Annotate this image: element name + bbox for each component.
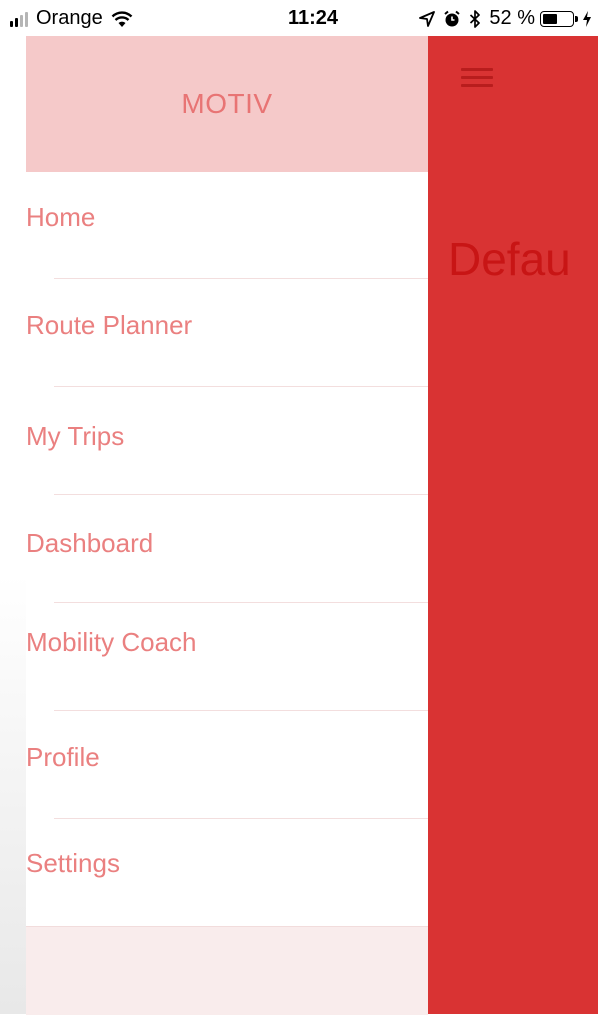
location-icon — [419, 10, 436, 27]
menu-item-dashboard[interactable]: Dashboard — [26, 528, 428, 559]
menu-item-settings[interactable]: Settings — [26, 848, 428, 879]
app-title: MOTIV — [181, 88, 273, 119]
wifi-icon — [111, 10, 133, 27]
menu-divider — [54, 386, 428, 387]
menu-item-route-planner[interactable]: Route Planner — [26, 310, 428, 341]
battery-fill — [543, 13, 557, 24]
alarm-icon — [444, 10, 461, 26]
menu-divider — [54, 602, 428, 603]
main-title: Defau — [448, 233, 571, 285]
menu-item-mobility-coach[interactable]: Mobility Coach — [26, 627, 428, 658]
battery-icon — [540, 10, 574, 27]
battery-tip — [575, 15, 578, 22]
main-content: Defau — [428, 36, 598, 1014]
battery-percent: 52 % — [489, 7, 535, 29]
menu-divider — [54, 278, 428, 279]
menu-divider — [54, 494, 428, 495]
status-right: 52 % — [411, 7, 592, 30]
carrier-name: Orange — [36, 7, 103, 29]
bluetooth-icon — [470, 9, 481, 28]
navigation-drawer: MOTIV Home Route Planner My Trips Dashbo… — [26, 36, 428, 1015]
menu-divider — [54, 710, 428, 711]
status-bar: Orange 11:24 52 % — [0, 0, 598, 36]
menu-item-my-trips[interactable]: My Trips — [26, 421, 428, 452]
hamburger-menu-icon[interactable] — [461, 68, 493, 88]
drawer-header: MOTIV — [26, 36, 428, 172]
drawer-shadow-edge — [0, 36, 26, 1014]
menu-divider — [54, 818, 428, 819]
status-left: Orange — [10, 7, 133, 30]
drawer-footer — [26, 926, 428, 1015]
signal-icon — [10, 11, 30, 27]
menu-item-profile[interactable]: Profile — [26, 742, 428, 773]
status-time: 11:24 — [288, 7, 339, 29]
charging-icon — [583, 10, 591, 27]
menu-item-home[interactable]: Home — [26, 202, 428, 233]
